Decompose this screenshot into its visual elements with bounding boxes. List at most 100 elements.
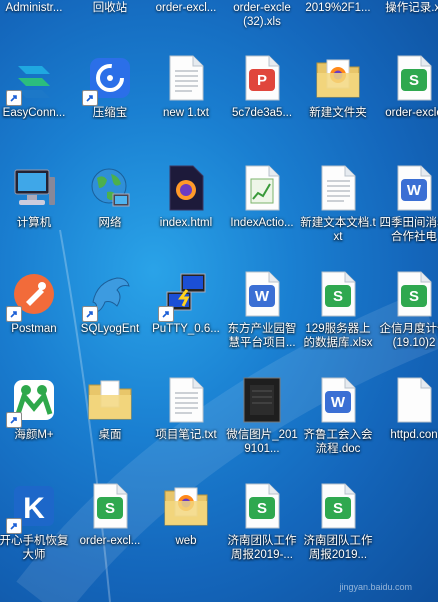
desktop-icon-label: 计算机 <box>16 217 52 229</box>
desktop-icon-qilu-gonghui[interactable]: W 齐鲁工会入会流程.doc <box>300 376 376 456</box>
desktop-icon-kaixin[interactable]: K 开心手机恢复大师 <box>0 482 72 562</box>
blank-file-icon <box>390 376 438 424</box>
svg-text:P: P <box>257 72 267 89</box>
desktop-icon-new-folder[interactable]: 新建文件夹 <box>300 54 376 120</box>
spreadsheet-icon: S <box>314 482 362 530</box>
desktop-icon-label: 桌面 <box>98 429 122 441</box>
text-file-icon <box>162 376 210 424</box>
desktop-icon-129-server[interactable]: S 129服务器上的数据库.xlsx <box>300 270 376 350</box>
desktop-icon-order-excl-bottom[interactable]: S order-excl... <box>72 482 148 548</box>
desktop-icon-weixin-pic[interactable]: 微信图片_2019101... <box>224 376 300 456</box>
desktop-icon-dongfang[interactable]: W 东方产业园智慧平台项目... <box>224 270 300 350</box>
svg-text:S: S <box>409 288 419 305</box>
spreadsheet-icon: S <box>390 54 438 102</box>
desktop: Administr... 回收站 order-excl... order-excle … <box>0 0 438 602</box>
desktop-icon-top-2-label[interactable]: 回收站 <box>72 1 148 15</box>
desktop-icon-label: httpd.con <box>390 429 438 441</box>
folder-firefox-icon <box>162 482 210 530</box>
desktop-icon-label: 济南团队工作周报2019-... <box>227 535 297 561</box>
compress-icon <box>82 54 134 106</box>
desktop-icon-label: 项目笔记.txt <box>155 429 217 441</box>
desktop-icon-computer[interactable]: 计算机 <box>0 164 72 230</box>
desktop-icon-label: order-excl... <box>79 535 141 547</box>
desktop-icon-jinan-2[interactable]: S 济南团队工作周报2019... <box>300 482 376 562</box>
computer-icon <box>10 164 58 212</box>
svg-text:W: W <box>331 394 346 411</box>
desktop-icon-web[interactable]: web <box>148 482 224 548</box>
shortcut-arrow-icon <box>6 306 22 322</box>
desktop-icon-label: 济南团队工作周报2019... <box>303 535 373 561</box>
dolphin-icon <box>82 270 134 322</box>
desktop-icon-label: 新建文本文档.txt <box>300 217 376 243</box>
chart-file-icon <box>238 164 286 212</box>
desktop-icon-xiangmu-biji[interactable]: 项目笔记.txt <box>148 376 224 442</box>
ppt-file-icon: P <box>238 54 286 102</box>
shortcut-arrow-icon <box>6 90 22 106</box>
desktop-icon-label: 开心手机恢复大师 <box>0 535 69 561</box>
desktop-icon-sijitian[interactable]: W 四季田间消着合作社电 <box>376 164 438 244</box>
svg-text:S: S <box>409 72 419 89</box>
network-globe-icon <box>86 164 134 212</box>
word-doc-icon: W <box>238 270 286 318</box>
svg-text:S: S <box>333 288 343 305</box>
desktop-icon-indexaction[interactable]: IndexActio... <box>224 164 300 230</box>
desktop-icon-5c7de3a5[interactable]: P 5c7de3a5... <box>224 54 300 120</box>
desktop-icon-jinan-1[interactable]: S 济南团队工作周报2019-... <box>224 482 300 562</box>
desktop-icon-label: 东方产业园智慧平台项目... <box>227 323 297 349</box>
desktop-icon-httpd[interactable]: httpd.con <box>376 376 438 442</box>
desktop-icon-label: order-excle <box>385 107 438 119</box>
desktop-icon-haiyan[interactable]: 海颜M+ <box>0 376 72 442</box>
desktop-icon-postman[interactable]: Postman <box>0 270 72 336</box>
desktop-icon-zhuomian[interactable]: 桌面 <box>72 376 148 442</box>
svg-text:S: S <box>257 500 267 517</box>
desktop-icon-label: SQLyogEnt <box>80 323 140 335</box>
kaixin-icon: K <box>6 482 58 534</box>
image-thumb-icon <box>238 376 286 424</box>
desktop-icon-label: new 1.txt <box>162 107 210 119</box>
desktop-icon-label: 网络 <box>98 217 122 229</box>
desktop-icon-easyconnect[interactable]: EasyConn... <box>0 54 72 120</box>
shortcut-arrow-icon <box>158 306 174 322</box>
desktop-icon-label: web <box>175 535 197 547</box>
desktop-icon-label: 新建文件夹 <box>309 107 367 119</box>
desktop-icon-yasuobao[interactable]: 压缩宝 <box>72 54 148 120</box>
desktop-icon-new-txt-doc[interactable]: 新建文本文档.txt <box>300 164 376 244</box>
svg-text:S: S <box>105 500 115 517</box>
firefox-file-icon <box>162 164 210 212</box>
desktop-icon-label: 压缩宝 <box>92 107 128 119</box>
svg-text:W: W <box>255 288 270 305</box>
spreadsheet-icon: S <box>86 482 134 530</box>
text-file-icon <box>314 164 362 212</box>
desktop-icon-label: PuTTY_0.6... <box>152 323 220 335</box>
desktop-icon-order-excle-top[interactable]: S order-excle <box>376 54 438 120</box>
desktop-icon-putty[interactable]: PuTTY_0.6... <box>148 270 224 336</box>
text-file-icon <box>162 54 210 102</box>
folder-firefox-icon <box>314 54 362 102</box>
desktop-icon-sqlyog[interactable]: SQLyogEnt <box>72 270 148 336</box>
shortcut-arrow-icon <box>82 90 98 106</box>
desktop-icon-label: index.html <box>159 217 213 229</box>
word-doc-icon: W <box>390 164 438 212</box>
svg-text:S: S <box>333 500 343 517</box>
shortcut-arrow-icon <box>6 518 22 534</box>
desktop-icon-label: 129服务器上的数据库.xlsx <box>303 323 373 349</box>
desktop-icon-top-1-label[interactable]: Administr... <box>0 1 72 15</box>
spreadsheet-icon: S <box>238 482 286 530</box>
desktop-icon-label: 5c7de3a5... <box>231 107 293 119</box>
desktop-icon-label: 企信月度计信(19.10)2 <box>379 323 438 349</box>
desktop-icon-top-6-label[interactable]: 操作记录.xl <box>376 1 438 15</box>
desktop-icon-new1-txt[interactable]: new 1.txt <box>148 54 224 120</box>
desktop-icon-qixinyue[interactable]: S 企信月度计信(19.10)2 <box>376 270 438 350</box>
desktop-icon-network[interactable]: 网络 <box>72 164 148 230</box>
desktop-icon-top-3-label[interactable]: order-excl... <box>148 1 224 15</box>
desktop-icon-index-html[interactable]: index.html <box>148 164 224 230</box>
word-doc-icon: W <box>314 376 362 424</box>
desktop-icon-label: 四季田间消着合作社电 <box>379 217 438 243</box>
desktop-icon-top-5-label[interactable]: 2019%2F1... <box>300 1 376 15</box>
spreadsheet-icon: S <box>390 270 438 318</box>
haiyan-icon <box>6 376 58 428</box>
desktop-icon-label: 齐鲁工会入会流程.doc <box>303 429 373 455</box>
desktop-icon-label: Postman <box>11 323 57 335</box>
putty-icon <box>158 270 210 322</box>
desktop-icon-top-4-label[interactable]: order-excle (32).xls <box>224 1 300 29</box>
